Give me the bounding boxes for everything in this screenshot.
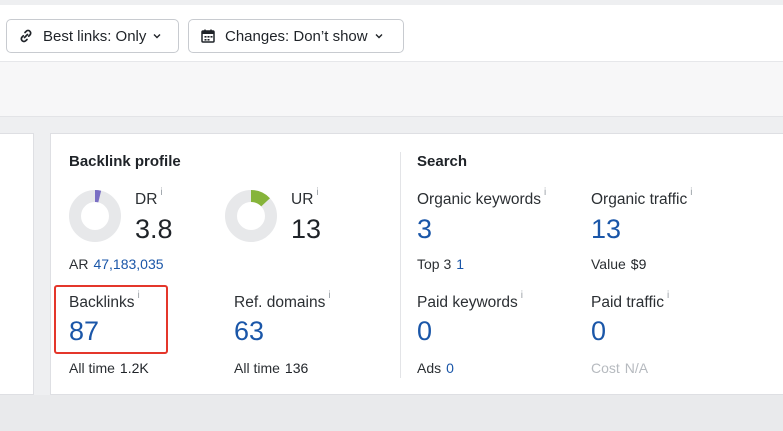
info-icon[interactable]: i	[544, 187, 546, 198]
ar-row: AR 47,183,035	[69, 256, 164, 272]
dr-value: 3.8	[135, 214, 173, 244]
toolbar-band	[0, 61, 783, 117]
filter-bar: Best links: Only Changes: Don’t show	[0, 5, 783, 61]
ar-value-link[interactable]: 47,183,035	[93, 256, 163, 272]
organic-keywords-top3: Top 31	[417, 256, 465, 272]
ur-gauge	[225, 190, 277, 242]
organic-traffic-value-link[interactable]: 13	[591, 214, 621, 245]
ads-value-link[interactable]: 0	[446, 360, 454, 376]
calendar-icon	[199, 27, 217, 45]
top3-value-link[interactable]: 1	[456, 256, 464, 272]
paid-traffic-label[interactable]: Paid traffic i	[591, 290, 669, 312]
chevron-down-icon	[374, 31, 384, 41]
paid-traffic-value-link[interactable]: 0	[591, 316, 606, 347]
ur-label[interactable]: UR i	[291, 187, 319, 209]
backlinks-highlight-box	[54, 285, 168, 354]
info-icon[interactable]: i	[690, 187, 692, 198]
paid-traffic-cost: Cost N/A	[591, 360, 649, 376]
search-title: Search	[417, 153, 468, 170]
ref-domains-label[interactable]: Ref. domains i	[234, 290, 331, 312]
paid-keywords-label[interactable]: Paid keywords i	[417, 290, 523, 312]
organic-keywords-label[interactable]: Organic keywords i	[417, 187, 546, 209]
link-icon	[17, 27, 35, 45]
info-icon[interactable]: i	[667, 290, 669, 301]
best-links-filter-label: Best links: Only	[43, 27, 147, 45]
dr-label[interactable]: DR i	[135, 187, 163, 209]
bottom-area	[0, 395, 783, 431]
changes-filter-label: Changes: Don’t show	[225, 27, 368, 45]
left-panel	[0, 133, 34, 395]
paid-keywords-value-link[interactable]: 0	[417, 316, 432, 347]
overview-card: Backlink profile DR i 3.8 UR i 13 AR 47,183…	[50, 133, 783, 395]
info-icon[interactable]: i	[328, 290, 330, 301]
section-divider	[400, 152, 401, 378]
ur-value: 13	[291, 214, 322, 244]
organic-keywords-value-link[interactable]: 3	[417, 214, 432, 245]
backlinks-all-time: All time 1.2K	[69, 360, 149, 376]
info-icon[interactable]: i	[521, 290, 523, 301]
paid-keywords-ads: Ads 0	[417, 360, 454, 376]
ref-domains-value-link[interactable]: 63	[234, 316, 264, 347]
info-icon[interactable]: i	[160, 187, 162, 198]
organic-traffic-label[interactable]: Organic traffic i	[591, 187, 692, 209]
chevron-down-icon	[152, 31, 162, 41]
backlink-profile-title: Backlink profile	[69, 153, 181, 170]
dr-gauge	[69, 190, 121, 242]
best-links-filter-button[interactable]: Best links: Only	[6, 19, 179, 53]
organic-traffic-value-row: Value $9	[591, 256, 647, 272]
ref-domains-all-time: All time 136	[234, 360, 309, 376]
info-icon[interactable]: i	[316, 187, 318, 198]
changes-filter-button[interactable]: Changes: Don’t show	[188, 19, 404, 53]
